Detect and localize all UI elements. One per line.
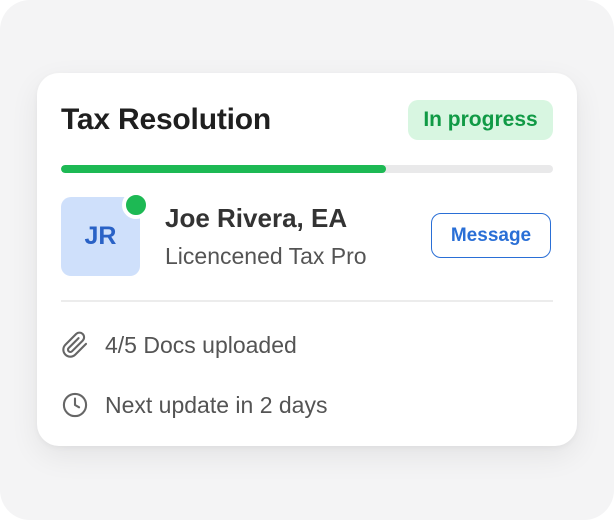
case-card: Tax Resolution In progress JR Joe Rivera… (37, 73, 577, 446)
online-status-dot (122, 191, 150, 219)
clock-icon (62, 392, 88, 418)
case-title: Tax Resolution (61, 103, 271, 136)
divider (61, 300, 553, 302)
docs-row: 4/5 Docs uploaded (61, 331, 553, 361)
status-badge: In progress (408, 100, 553, 140)
professional-role: Licencened Tax Pro (165, 243, 367, 269)
paperclip-icon (62, 331, 88, 358)
next-update-text: Next update in 2 days (105, 392, 328, 418)
professional-name: Joe Rivera, EA (165, 203, 348, 233)
message-button[interactable]: Message (431, 213, 551, 258)
progress-bar (61, 165, 553, 173)
update-row: Next update in 2 days (61, 391, 553, 421)
progress-fill (61, 165, 386, 173)
docs-status-text: 4/5 Docs uploaded (105, 332, 297, 358)
